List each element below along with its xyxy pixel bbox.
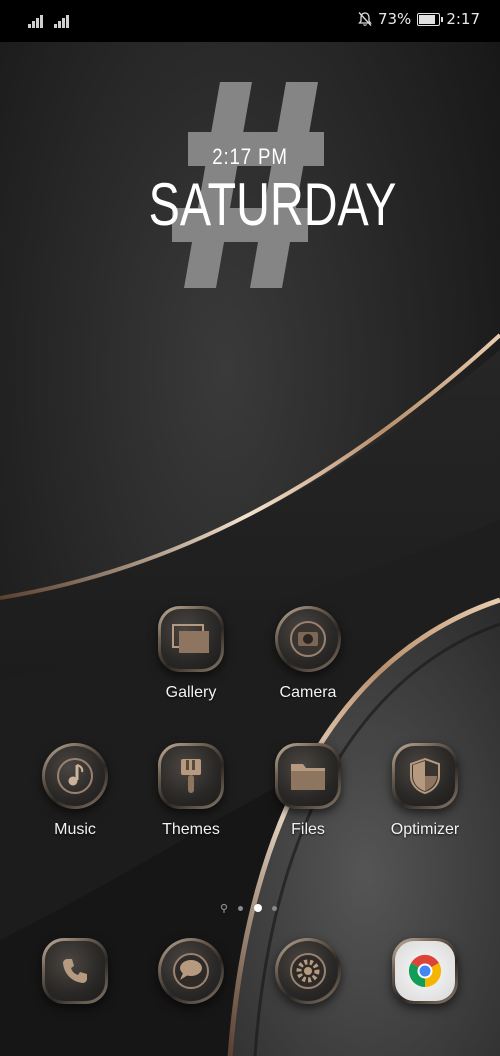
page-dot[interactable] (272, 906, 277, 911)
app-label: Gallery (165, 684, 217, 701)
music-icon (42, 743, 108, 809)
app-label: Camera (279, 684, 337, 701)
app-gallery[interactable]: Gallery (133, 606, 249, 702)
widget-time: 2:17 PM (212, 144, 288, 169)
messages-icon (158, 938, 224, 1004)
app-label: Files (291, 821, 325, 838)
app-label: Optimizer (390, 821, 460, 838)
app-camera[interactable]: Camera (250, 606, 366, 702)
themes-icon (158, 743, 224, 809)
dock-settings[interactable] (250, 938, 366, 1004)
settings-icon (275, 938, 341, 1004)
notifications-muted-icon (358, 12, 372, 26)
clock-widget[interactable]: 2:17 PM SATURDAY (140, 70, 397, 300)
dock-phone[interactable] (17, 938, 133, 1004)
page-indicator[interactable] (220, 902, 280, 916)
app-themes[interactable]: Themes (133, 743, 249, 839)
signal-icon (28, 12, 44, 28)
camera-icon (275, 606, 341, 672)
app-music[interactable]: Music (17, 743, 133, 839)
dock-chrome[interactable] (367, 938, 483, 1004)
status-time: 2:17 (446, 10, 480, 28)
status-bar: 73% 2:17 (0, 0, 500, 42)
battery-percent: 73% (377, 10, 412, 28)
app-label: Music (54, 821, 96, 838)
page-dot-active[interactable] (254, 904, 262, 912)
optimizer-icon (392, 743, 458, 809)
app-label: Themes (162, 821, 220, 838)
widget-day: SATURDAY (148, 171, 397, 238)
files-icon (275, 743, 341, 809)
chrome-icon (392, 938, 458, 1004)
signal-icon (54, 12, 70, 28)
gallery-icon (158, 606, 224, 672)
battery-icon (417, 12, 444, 26)
search-page-icon (220, 903, 228, 913)
phone-icon (42, 938, 108, 1004)
page-dot[interactable] (238, 906, 243, 911)
app-files[interactable]: Files (250, 743, 366, 839)
dock-messages[interactable] (133, 938, 249, 1004)
app-optimizer[interactable]: Optimizer (367, 743, 483, 839)
